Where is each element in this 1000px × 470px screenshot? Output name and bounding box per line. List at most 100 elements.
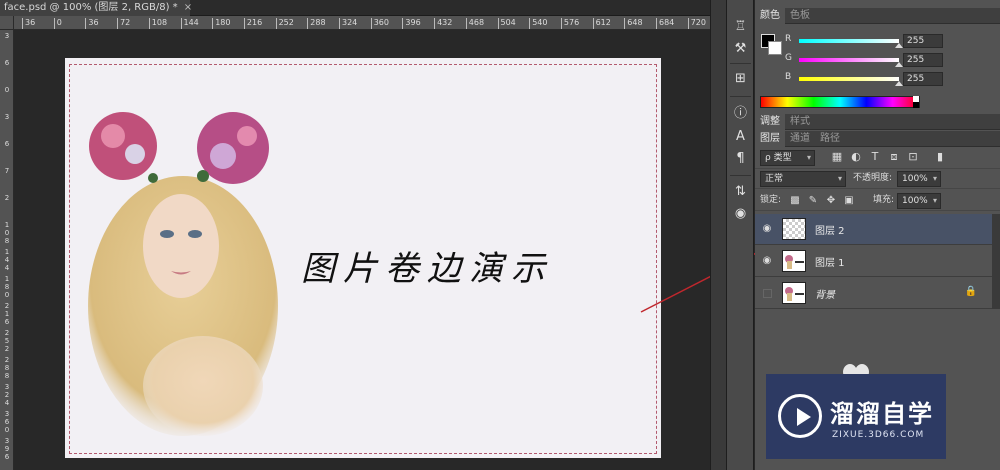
filter-pixel-icon[interactable]: ▦ [830,150,844,164]
blend-mode-dropdown[interactable]: 正常 ▾ [760,171,846,187]
tab-styles[interactable]: 样式 [785,114,815,130]
ruler-tick-label: 396 [402,18,421,29]
ruler-tick-label: 2 [4,194,10,202]
ruler-tick-label: 0 [53,18,62,29]
horizontal-ruler[interactable]: 36 0 36 72 108 144 180 216 252 288 324 360 396 432 468… [14,16,710,30]
green-label: G [785,53,792,63]
ruler-tick-label: 576 [560,18,579,29]
opacity-value: 100% [902,174,928,184]
blend-opacity-row: 正常 ▾ 不透明度: 100% ▾ [755,169,1000,189]
history-brush-icon[interactable]: ♖ [730,18,751,36]
blue-value-field[interactable]: 255 [903,72,943,86]
lock-position-icon[interactable]: ✥ [825,193,837,209]
layer-filter-dropdown[interactable]: ρ 类型 ▾ [760,150,815,166]
visibility-eye-icon[interactable]: ◉ [761,255,773,267]
fill-field[interactable]: 100% ▾ [897,193,941,209]
lock-fill-row: 锁定: ▩ ✎ ✥ ▣ 填充: 100% ▾ [755,191,1000,211]
ruler-tick-label: 36 [85,18,99,29]
tool-divider [730,175,751,176]
filter-type-icon[interactable]: T [868,150,882,164]
green-slider[interactable] [799,58,899,62]
layer-name: 图层 1 [815,258,845,269]
ruler-tick-label: 180 [4,275,10,299]
opacity-field[interactable]: 100% ▾ [897,171,941,187]
3d-material-icon[interactable]: ◉ [730,205,751,223]
layer-row-1[interactable]: ◉ 图层 1 [755,246,993,277]
info-icon[interactable]: ⓘ [730,105,751,123]
ruler-tick-label: 468 [465,18,484,29]
ruler-tick-label: 72 [117,18,130,29]
lock-image-icon[interactable]: ✎ [807,193,819,209]
layer-thumbnail [782,250,806,272]
actions-icon[interactable]: ⇅ [730,183,751,201]
tab-adjustments[interactable]: 调整 [755,114,785,130]
visibility-eye-icon[interactable]: ◉ [761,223,773,235]
clone-source-icon[interactable]: ⊞ [730,70,751,88]
lock-label: 锁定: [760,195,782,205]
blue-slider[interactable] [799,77,899,81]
layer-row-background[interactable]: 背景 🔒 [755,278,993,309]
ruler-tick-label: 396 [4,437,10,461]
tab-swatches[interactable]: 色板 [785,8,815,24]
layer-thumbnail [782,282,806,304]
character-icon[interactable]: A [730,128,751,146]
close-tab-icon[interactable]: × [184,2,192,13]
adjust-panel-header: 调整 样式 [755,114,1000,130]
chevron-down-icon: ▾ [837,174,842,183]
lock-all-icon[interactable]: ▣ [843,193,855,209]
thumbnail-preview [785,255,804,269]
layers-scrollbar[interactable] [992,214,1000,309]
filter-adjustment-icon[interactable]: ◐ [849,150,863,164]
chevron-down-icon: ▾ [932,196,937,205]
ruler-tick-label: 3 [4,32,10,40]
layer-row-2[interactable]: ◉ 图层 2 [755,214,993,245]
paragraph-icon[interactable]: ¶ [730,150,751,168]
red-value-field[interactable]: 255 [903,34,943,48]
portrait-image [88,112,278,436]
ruler-tick-label: 720 [687,18,706,29]
red-slider-thumb[interactable] [895,43,903,48]
color-spectrum-bar[interactable] [760,96,920,108]
green-value-field[interactable]: 255 [903,53,943,67]
red-label: R [785,34,792,44]
ruler-tick-label: 288 [307,18,326,29]
filter-toggle-icon[interactable]: ▮ [933,150,947,164]
ruler-tick-label: 108 [148,18,167,29]
color-panel-header: 颜色 色板 [755,8,1000,24]
tab-channels[interactable]: 通道 [785,131,815,147]
blend-mode-value: 正常 [765,174,784,184]
ruler-tick-label: 432 [434,18,452,29]
red-slider[interactable] [799,39,899,43]
filter-shape-icon[interactable]: ⧈ [887,150,901,164]
canvas-workspace[interactable]: 图片卷边演示 [15,31,710,470]
green-slider-thumb[interactable] [895,62,903,67]
document-tab[interactable]: face.psd @ 100% (图层 2, RGB/8) * × [0,0,192,16]
layer-filter-row: ρ 类型 ▾ ▦ ◐ T ⧈ ⊡ ▮ [755,147,1000,169]
ruler-tick-label: 3 [4,113,10,121]
vertical-ruler[interactable]: 3 6 0 3 6 7 2 108 144 180 216 252 288 324 360 396 [0,30,14,470]
background-color-swatch[interactable] [768,41,782,55]
panel-icon-strip: ♖ ⚒ ⊞ ⓘ A ¶ ⇅ ◉ [727,0,754,470]
tab-paths[interactable]: 路径 [815,131,845,147]
ruler-tick-label: 684 [656,18,674,29]
document-tab-bar: face.psd @ 100% (图层 2, RGB/8) * × [0,0,710,16]
ruler-tick-label: 252 [4,329,10,353]
black-white-swatch[interactable] [913,96,919,108]
red-slider-row: R 255 [785,34,965,48]
ruler-tick-label: 360 [370,18,389,29]
blue-slider-row: B 255 [785,72,965,86]
ruler-corner[interactable] [0,16,14,30]
panel-dock-separator[interactable] [710,0,727,470]
brush-presets-icon[interactable]: ⚒ [730,40,751,58]
opacity-label: 不透明度: [853,173,893,183]
document-canvas[interactable]: 图片卷边演示 [65,58,661,458]
blue-slider-thumb[interactable] [895,81,903,86]
tab-color[interactable]: 颜色 [755,8,785,24]
chevron-down-icon: ▾ [806,153,811,162]
watermark-url: ZIXUE.3D66.COM [832,430,925,440]
tab-layers[interactable]: 图层 [755,131,785,147]
lock-transparent-icon[interactable]: ▩ [789,193,801,209]
visibility-toggle-empty[interactable] [763,289,772,298]
filter-smart-object-icon[interactable]: ⊡ [906,150,920,164]
ruler-tick-label: 540 [529,18,547,29]
